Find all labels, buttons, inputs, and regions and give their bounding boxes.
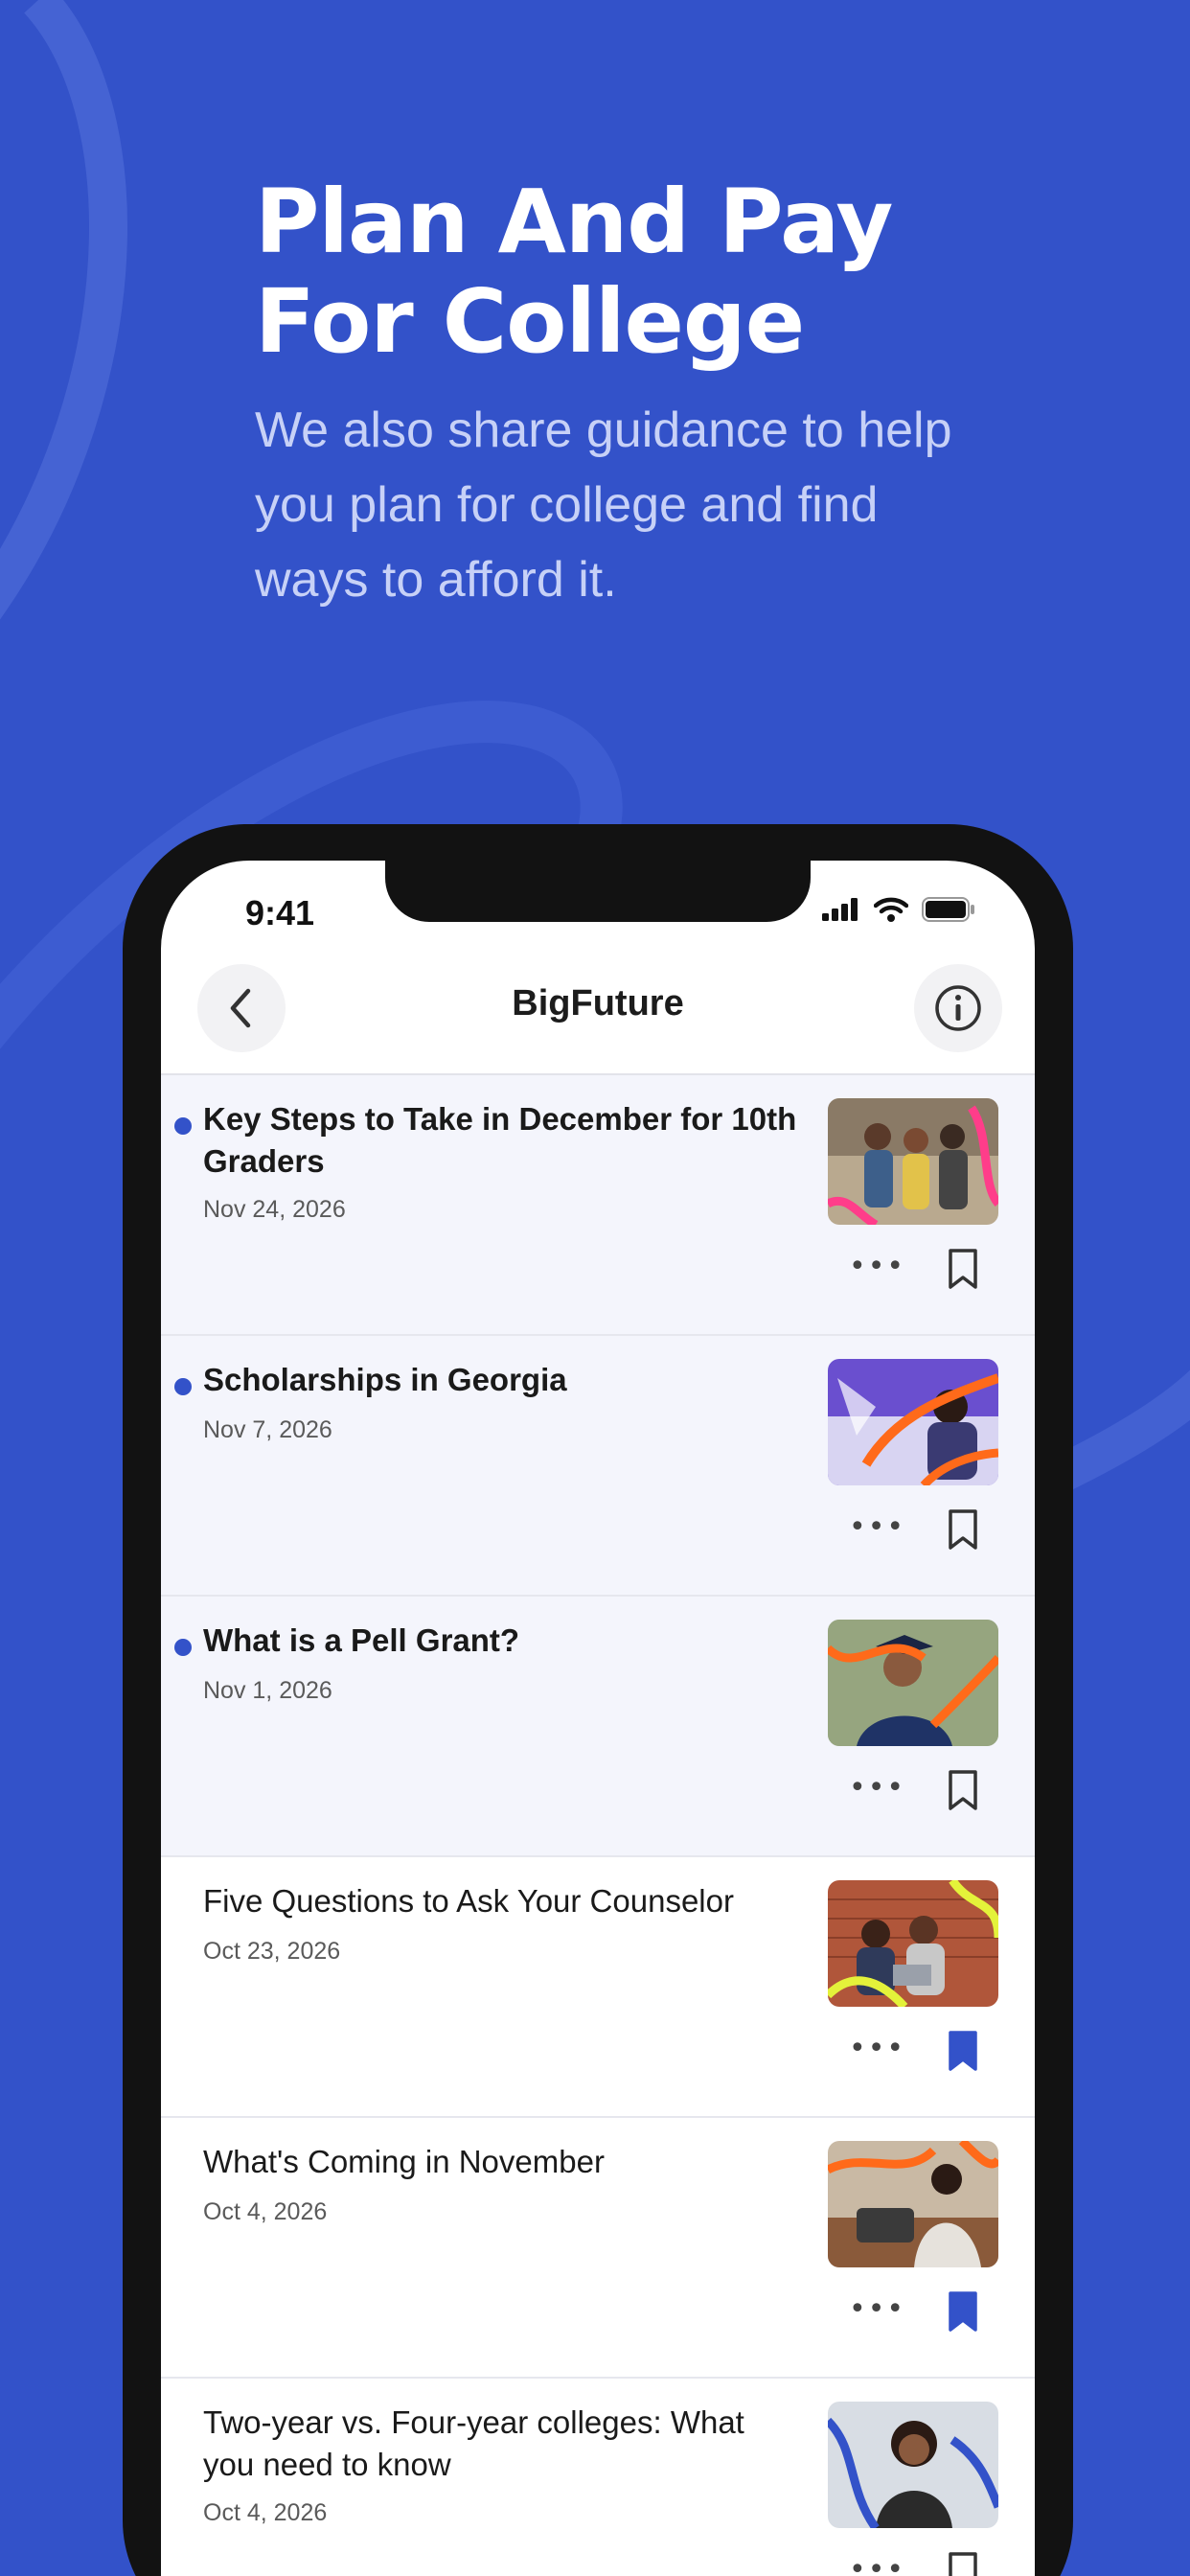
info-icon — [935, 985, 981, 1031]
more-options-button[interactable]: ••• — [849, 1250, 905, 1283]
unread-dot — [174, 1117, 192, 1135]
list-item[interactable]: Key Steps to Take in December for 10th G… — [161, 1075, 1035, 1336]
more-options-button[interactable]: ••• — [849, 1771, 905, 1805]
more-options-button[interactable]: ••• — [849, 2553, 905, 2576]
phone-screen: 9:41 BigFuture Key Steps to Take in Dece… — [161, 861, 1035, 2576]
hero-title: Plan And Pay For College — [255, 172, 1117, 372]
list-item[interactable]: What's Coming in November Oct 4, 2026 ••… — [161, 2118, 1035, 2379]
hero-title-line-1: Plan And Pay — [255, 171, 893, 273]
info-button[interactable] — [914, 964, 1002, 1052]
article-thumbnail — [828, 1098, 998, 1225]
nav-bar: BigFuture — [161, 956, 1035, 1075]
bookmark-icon[interactable] — [947, 1508, 979, 1551]
list-item[interactable]: Scholarships in Georgia Nov 7, 2026 ••• — [161, 1336, 1035, 1597]
status-icons — [822, 897, 975, 922]
nav-title: BigFuture — [512, 983, 684, 1024]
wifi-icon — [874, 897, 908, 922]
bookmark-icon[interactable] — [947, 1248, 979, 1290]
article-title: Two-year vs. Four-year colleges: What yo… — [203, 2404, 744, 2482]
battery-icon — [922, 897, 974, 922]
article-title: What is a Pell Grant? — [203, 1622, 520, 1658]
hero-subtitle: We also share guidance to help you plan … — [255, 402, 952, 608]
bookmark-icon[interactable] — [947, 2551, 979, 2576]
bookmark-icon[interactable] — [947, 1769, 979, 1811]
list-item[interactable]: Two-year vs. Four-year colleges: What yo… — [161, 2379, 1035, 2576]
status-time: 9:41 — [245, 893, 315, 932]
article-thumbnail — [828, 2141, 998, 2267]
phone-notch — [385, 861, 811, 922]
cellular-signal-icon — [822, 898, 858, 921]
more-options-button[interactable]: ••• — [849, 2032, 905, 2065]
unread-dot — [174, 1378, 192, 1395]
article-thumbnail — [828, 2402, 998, 2528]
more-options-button[interactable]: ••• — [849, 1510, 905, 1544]
article-thumbnail — [828, 1880, 998, 2007]
article-title: Scholarships in Georgia — [203, 1362, 567, 1397]
article-list: Key Steps to Take in December for 10th G… — [161, 1075, 1035, 2576]
article-thumbnail — [828, 1620, 998, 1746]
bookmark-icon[interactable] — [947, 2290, 979, 2333]
article-date: Nov 24, 2026 — [203, 1196, 346, 1223]
list-item[interactable]: Five Questions to Ask Your Counselor Oct… — [161, 1857, 1035, 2118]
article-date: Nov 1, 2026 — [203, 1677, 332, 1704]
hero-title-line-2: For College — [255, 270, 805, 373]
article-date: Oct 4, 2026 — [203, 2499, 328, 2526]
unread-dot — [174, 1639, 192, 1656]
article-thumbnail — [828, 1359, 998, 1485]
article-date: Oct 4, 2026 — [203, 2198, 328, 2225]
article-title: Key Steps to Take in December for 10th G… — [203, 1101, 797, 1179]
article-title: Five Questions to Ask Your Counselor — [203, 1883, 734, 1919]
article-date: Nov 7, 2026 — [203, 1416, 332, 1443]
bookmark-icon[interactable] — [947, 2030, 979, 2072]
list-item[interactable]: What is a Pell Grant? Nov 1, 2026 ••• — [161, 1597, 1035, 1857]
more-options-button[interactable]: ••• — [849, 2292, 905, 2326]
article-date: Oct 23, 2026 — [203, 1938, 341, 1965]
article-title: What's Coming in November — [203, 2144, 605, 2179]
